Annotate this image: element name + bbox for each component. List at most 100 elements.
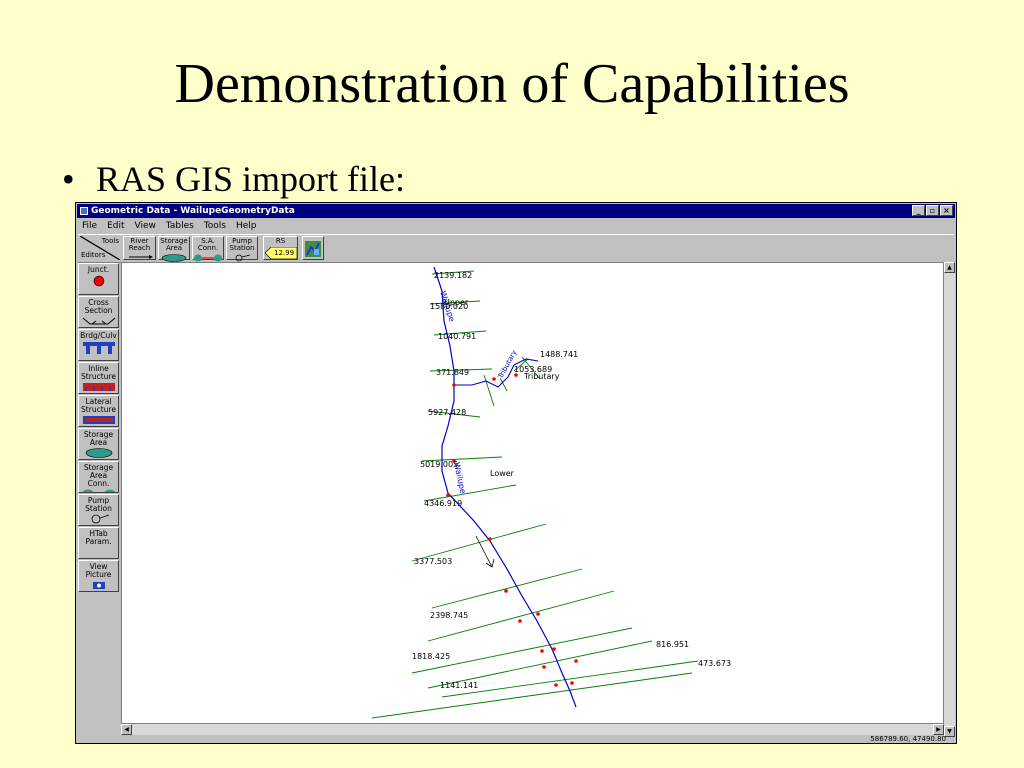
window-titlebar[interactable]: Geometric Data - WailupeGeometryData _ ▫… [77, 204, 955, 218]
status-bar: 586789.60, 47490.80 [78, 736, 954, 743]
section-marker [504, 589, 508, 593]
section-marker [452, 383, 456, 387]
river-station-label: 1818.425 [412, 652, 450, 661]
river-station-label: 1580.020 [430, 302, 468, 311]
cursor-coordinates: 586789.60, 47490.80 [870, 735, 946, 743]
menu-edit[interactable]: Edit [107, 219, 124, 233]
storage-area-icon [79, 448, 118, 459]
section-marker [552, 647, 556, 651]
app-icon [80, 207, 88, 215]
horizontal-scrollbar[interactable]: ◀ ▶ [121, 724, 944, 735]
scroll-left-button[interactable]: ◀ [121, 724, 132, 735]
editor-label: Junct. [87, 265, 110, 274]
river-station-label: 1141.141 [440, 681, 478, 690]
map-canvas[interactable]: Wailupe Wailupe Upper Tributary Lower Tributa… [121, 262, 944, 724]
river-reach-label-2: Reach [128, 244, 151, 252]
river-reach-icon [128, 255, 153, 259]
restore-button[interactable]: ▫ [926, 205, 939, 216]
scroll-up-button[interactable]: ▲ [944, 262, 955, 273]
pump-station-icon [235, 254, 251, 262]
bullet-marker: • [62, 159, 75, 199]
section-marker [488, 537, 492, 541]
editor-label: Structure [81, 372, 116, 381]
river-station-label: 816.951 [656, 640, 689, 649]
bullet-item: • RAS GIS import file: [62, 158, 405, 200]
junction-icon [79, 275, 118, 289]
editors-label: Editors [81, 251, 106, 259]
river-station-label: 3377.503 [414, 557, 452, 566]
menu-tools[interactable]: Tools [204, 219, 226, 233]
river-station-label: 5019.005 [420, 460, 458, 469]
editor-button-htab-param[interactable]: HTab Param. [78, 527, 119, 559]
sa-connection-button[interactable]: S.A. Conn. [192, 236, 224, 262]
rs-button[interactable]: RS 12.99 [263, 236, 298, 260]
menu-file[interactable]: File [82, 219, 97, 233]
river-station-label: 371.849 [436, 368, 469, 377]
editor-button-brdg-culv[interactable]: Brdg/Culv [78, 329, 119, 361]
scroll-right-button[interactable]: ▶ [933, 724, 944, 735]
river-station-label: 5927.428 [428, 408, 466, 417]
reach-label: Lower [490, 469, 515, 478]
section-marker [540, 649, 544, 653]
editor-label: Station [85, 504, 112, 513]
river-station-label: 1488.741 [540, 350, 578, 359]
section-marker [536, 612, 540, 616]
georeference-map-button[interactable] [302, 236, 324, 260]
rs-value: 12.99 [274, 249, 295, 257]
rs-label: RS [275, 237, 286, 245]
section-marker [570, 681, 574, 685]
close-button[interactable]: × [940, 205, 953, 216]
editor-button-inline-structure[interactable]: Inline Structure [78, 362, 119, 394]
geometric-data-window: Geometric Data - WailupeGeometryData _ ▫… [75, 202, 957, 744]
tools-editors-corner: Tools Editors [80, 236, 120, 260]
river-station-label: 473.673 [698, 659, 731, 668]
editor-button-pump-station[interactable]: Pump Station [78, 494, 119, 526]
editor-button-storage-area[interactable]: Storage Area [78, 428, 119, 460]
storage-area-connection-icon [79, 489, 118, 492]
editor-label: Section [84, 306, 113, 315]
editor-label: Area [89, 438, 108, 447]
river-station-label: 4346.919 [424, 499, 462, 508]
minimize-button[interactable]: _ [912, 205, 925, 216]
pump-station-button[interactable]: Pump Station [226, 236, 258, 262]
bridge-culvert-icon [79, 341, 118, 357]
editor-label: Brdg/Culv [80, 331, 117, 340]
editor-button-cross-section[interactable]: Cross Section [78, 296, 119, 328]
editors-panel: Junct. Cross Section Brdg/Culv Inline Structu… [78, 263, 119, 593]
inline-structure-icon [79, 382, 118, 393]
section-marker [518, 619, 522, 623]
tools-label: Tools [101, 237, 119, 245]
river-station-label: 2139.182 [434, 271, 472, 280]
editor-button-view-picture[interactable]: View Picture [78, 560, 119, 592]
editor-button-junct[interactable]: Junct. [78, 263, 119, 295]
menubar: File Edit View Tables Tools Help [78, 219, 257, 233]
menu-view[interactable]: View [135, 219, 156, 233]
editor-button-storage-area-conn[interactable]: Storage Area Conn. [78, 461, 119, 493]
storage-area-label-2: Area [165, 244, 183, 252]
cross-section-line [431, 568, 583, 609]
storage-area-icon [161, 254, 187, 262]
river-geometry-map[interactable]: WailupeWailupeUpperTributaryLowerTributa… [122, 263, 943, 723]
editor-label: Area Conn. [87, 471, 110, 488]
cross-section-line [411, 627, 633, 674]
section-marker [554, 683, 558, 687]
storage-area-button[interactable]: Storage Area [158, 236, 190, 262]
section-marker [542, 665, 546, 669]
toolbar: Tools Editors River Reach Storage Area S… [78, 234, 954, 263]
river-station-label: 1053.689 [514, 365, 552, 374]
editor-label: Structure [81, 405, 116, 414]
menu-help[interactable]: Help [236, 219, 257, 233]
bullet-text: RAS GIS import file: [96, 159, 406, 199]
cross-section-line [371, 672, 693, 719]
river-station-label: 1040.791 [438, 332, 476, 341]
river-station-label: 2398.745 [430, 611, 468, 620]
menu-tables[interactable]: Tables [166, 219, 194, 233]
lateral-structure-icon [79, 415, 118, 426]
camera-icon [79, 580, 118, 591]
river-reach-button[interactable]: River Reach [123, 236, 156, 260]
sa-connection-label-2: Conn. [197, 244, 219, 252]
vertical-scrollbar[interactable]: ▲ ▼ [944, 262, 955, 737]
editor-button-lateral-structure[interactable]: Lateral Structure [78, 395, 119, 427]
section-marker [492, 377, 496, 381]
section-marker [446, 493, 450, 497]
